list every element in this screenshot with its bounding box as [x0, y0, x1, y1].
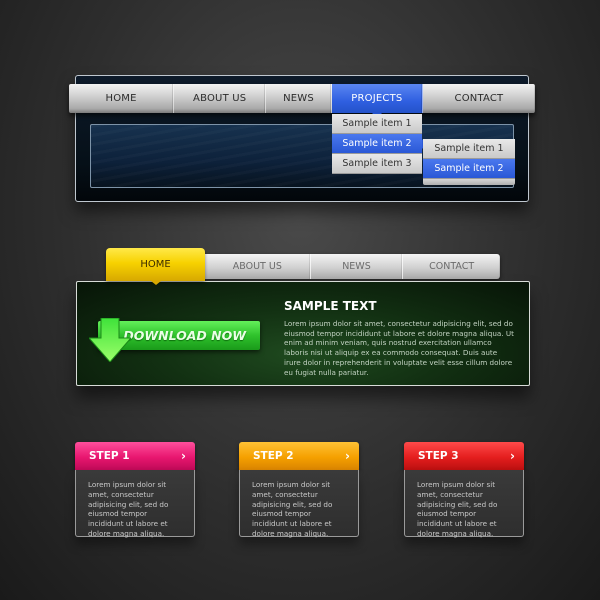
- download-label: DOWNLOAD NOW: [123, 328, 246, 343]
- chevron-right-icon: ›: [181, 449, 186, 463]
- step-card-1: STEP 1 › Lorem ipsum dolor sit amet, con…: [75, 442, 195, 538]
- sample-text-body: Lorem ipsum dolor sit amet, consectetur …: [284, 319, 514, 377]
- step-card-2: STEP 2 › Lorem ipsum dolor sit amet, con…: [239, 442, 359, 538]
- submenu-dropdown: Sample item 1 Sample item 2: [423, 139, 515, 185]
- step-1-title: STEP 1: [89, 450, 130, 462]
- step-3-body: Lorem ipsum dolor sit amet, consectetur …: [404, 470, 524, 538]
- nav-item-news[interactable]: NEWS: [266, 84, 332, 113]
- dropdown-item-3[interactable]: Sample item 3: [332, 154, 422, 174]
- nav-item-projects[interactable]: PROJECTS: [331, 84, 423, 118]
- tab-about-us[interactable]: ABOUT US: [205, 254, 311, 279]
- submenu-footer: [423, 179, 515, 185]
- step-1-header[interactable]: STEP 1 ›: [75, 442, 195, 470]
- tab-news[interactable]: NEWS: [311, 254, 404, 279]
- tab-contact[interactable]: CONTACT: [403, 254, 500, 279]
- step-3-header[interactable]: STEP 3 ›: [404, 442, 524, 470]
- sample-text-heading: SAMPLE TEXT: [284, 299, 377, 313]
- step-2-title: STEP 2: [253, 450, 294, 462]
- dropdown-item-1[interactable]: Sample item 1: [332, 114, 422, 134]
- download-arrow-icon: [89, 318, 131, 362]
- chevron-right-icon: ›: [510, 449, 515, 463]
- step-card-3: STEP 3 › Lorem ipsum dolor sit amet, con…: [404, 442, 524, 538]
- nav-item-home[interactable]: HOME: [69, 84, 175, 113]
- tab-bar: ABOUT US NEWS CONTACT: [205, 254, 500, 279]
- tab-home[interactable]: HOME: [106, 248, 205, 285]
- step-2-body: Lorem ipsum dolor sit amet, consectetur …: [239, 470, 359, 538]
- nav-item-contact[interactable]: CONTACT: [423, 84, 535, 113]
- step-1-body: Lorem ipsum dolor sit amet, consectetur …: [75, 470, 195, 538]
- step-3-title: STEP 3: [418, 450, 459, 462]
- nav-item-about-us[interactable]: ABOUT US: [174, 84, 267, 113]
- top-nav-bar: HOME ABOUT US NEWS PROJECTS CONTACT: [69, 84, 535, 118]
- projects-dropdown: Sample item 1 Sample item 2 Sample item …: [332, 114, 427, 174]
- submenu-item-2[interactable]: Sample item 2: [423, 159, 515, 179]
- dropdown-item-2[interactable]: Sample item 2: [332, 134, 427, 154]
- submenu-item-1[interactable]: Sample item 1: [423, 139, 515, 159]
- step-2-header[interactable]: STEP 2 ›: [239, 442, 359, 470]
- chevron-right-icon: ›: [345, 449, 350, 463]
